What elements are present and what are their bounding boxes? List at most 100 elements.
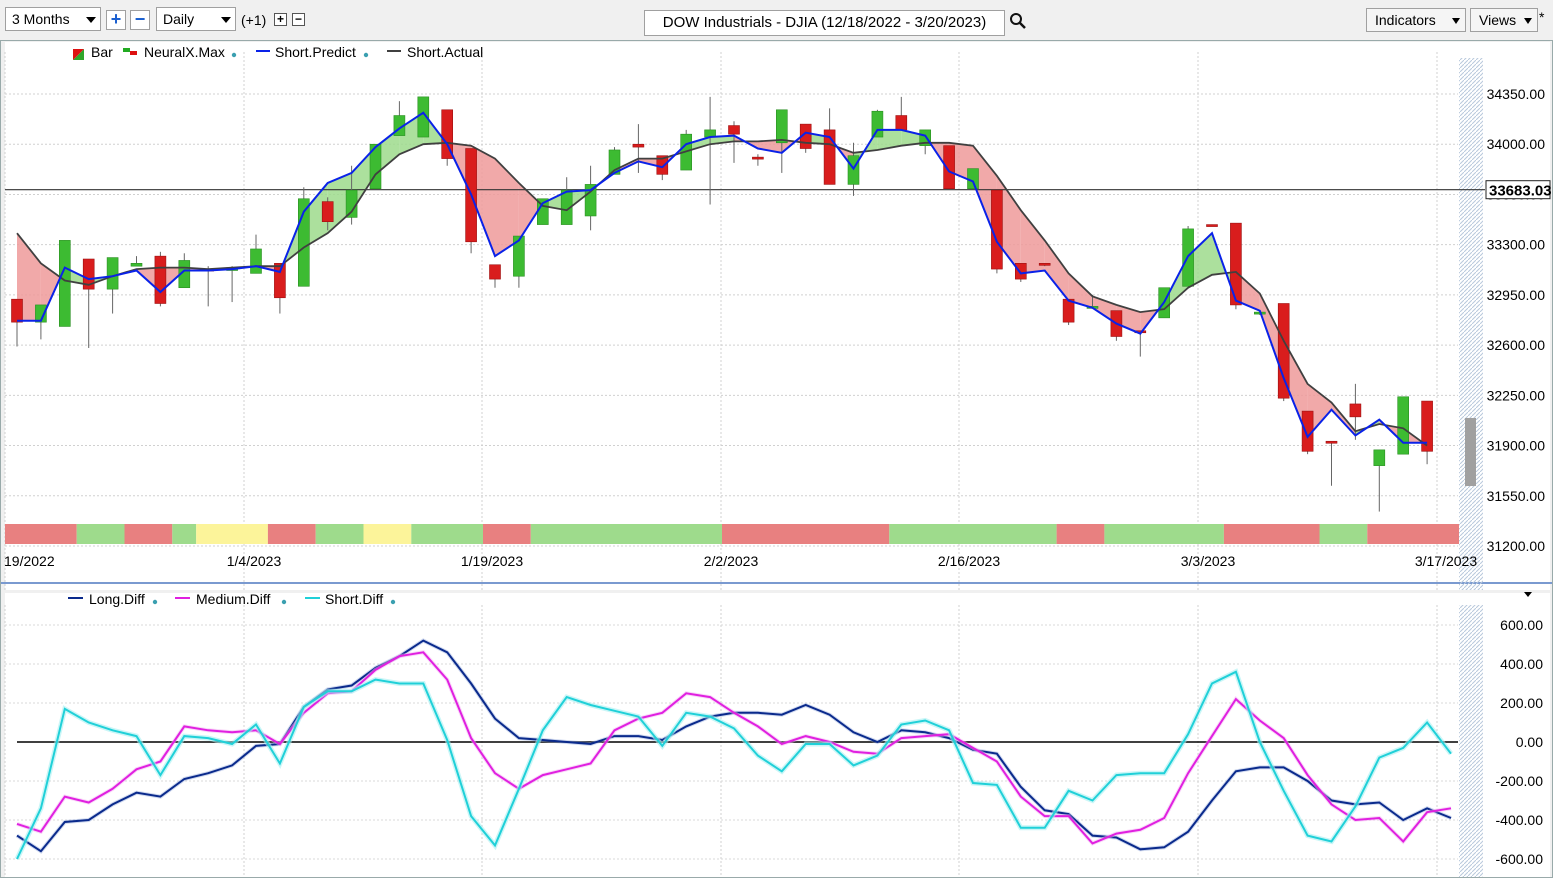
neuralx-segment — [722, 524, 890, 544]
neuralx-segment — [5, 524, 77, 544]
symbol-title-box[interactable]: DOW Industrials - DJIA (12/18/2022 - 3/2… — [644, 10, 1005, 36]
oscillator-legend: Long.Diff Medium.Diff Short.Diff — [68, 591, 396, 607]
neuralx-segment — [315, 524, 364, 544]
interval-dropdown-label: Daily — [163, 11, 195, 27]
candle — [1206, 224, 1218, 227]
y-tick-label: 31900.00 — [1487, 438, 1546, 454]
y-tick-label: -400.00 — [1496, 812, 1544, 828]
candle-body — [489, 264, 501, 280]
x-tick-label: 3/17/2023 — [1415, 553, 1477, 569]
period-dropdown-label: 3 Months — [12, 11, 70, 27]
neuralx-segment — [483, 524, 531, 544]
candle-body — [1038, 263, 1051, 266]
y-tick-label: 34350.00 — [1487, 86, 1546, 102]
neuralx-segment — [267, 524, 316, 544]
legend-short-predict: Short.Predict — [275, 44, 356, 60]
y-tick-label: 400.00 — [1500, 656, 1543, 672]
candle-body — [752, 156, 764, 160]
legend-long-diff: Long.Diff — [89, 591, 145, 607]
y-tick-label: 33300.00 — [1487, 237, 1546, 253]
candle — [871, 109, 884, 138]
candle-body — [130, 263, 143, 267]
chart-canvas[interactable]: 19/2022 1/4/2023 1/19/2023 2/2/2023 2/16/202… — [0, 40, 1553, 878]
candle — [1397, 396, 1409, 455]
y-tick-label: -600.00 — [1496, 851, 1544, 867]
pin-star[interactable]: * — [1539, 9, 1544, 25]
candle-body — [1325, 440, 1338, 444]
candle-body — [345, 189, 358, 218]
indicators-button[interactable]: Indicators — [1366, 8, 1466, 32]
zoom-out-button[interactable]: − — [130, 10, 150, 30]
y-tick-label: 32950.00 — [1487, 287, 1546, 303]
candle-body — [871, 110, 884, 138]
neuralx-segment — [530, 524, 722, 544]
zoom-in-button[interactable]: + — [106, 10, 126, 30]
period-dropdown[interactable]: 3 Months — [5, 7, 101, 31]
y-tick-label: 32250.00 — [1487, 387, 1546, 403]
toolbar: 3 Months + − Daily (+1) + − DOW Industri… — [0, 0, 1553, 40]
candle-body — [1014, 263, 1027, 280]
legend-dot — [363, 52, 369, 58]
indicators-button-label: Indicators — [1375, 12, 1436, 28]
neuralx-segment — [1104, 524, 1224, 544]
neuralx-segment — [411, 524, 483, 544]
y-tick-label: 600.00 — [1500, 617, 1543, 633]
candle — [297, 187, 310, 287]
neuralx-segment — [172, 524, 197, 544]
legend-medium-diff: Medium.Diff — [196, 591, 271, 607]
chevron-down-icon — [1452, 18, 1460, 24]
candle-body — [775, 109, 788, 144]
y-tick-label: -200.00 — [1496, 773, 1544, 789]
oscillator-panel — [5, 593, 1550, 878]
candle — [58, 240, 71, 327]
x-tick-label: 3/3/2023 — [1181, 553, 1236, 569]
x-tick-label: 2/16/2023 — [938, 553, 1000, 569]
candle-body — [632, 143, 645, 148]
neuralx-segment — [196, 524, 268, 544]
candle-body — [58, 240, 71, 327]
neuralx-segment — [1367, 524, 1459, 544]
chevron-down-icon — [221, 17, 231, 23]
x-tick-label: 1/4/2023 — [227, 553, 282, 569]
candle — [154, 251, 167, 307]
candle-body — [154, 255, 167, 304]
y-tick-label: 31200.00 — [1487, 538, 1546, 554]
neuralx-segment — [1056, 524, 1105, 544]
y-tick-label: 0.00 — [1516, 734, 1543, 750]
candle-body — [1349, 403, 1362, 418]
interval-dropdown[interactable]: Daily — [156, 7, 236, 31]
legend-short-actual: Short.Actual — [407, 44, 483, 60]
candle — [465, 148, 477, 254]
x-tick-label: 1/19/2023 — [461, 553, 523, 569]
views-button[interactable]: Views — [1470, 8, 1538, 32]
current-value-label: 33683.03 — [1489, 183, 1552, 200]
legend-dot — [390, 599, 396, 605]
scroll-thumb — [1465, 418, 1476, 486]
candle — [1062, 298, 1075, 326]
views-button-label: Views — [1479, 12, 1517, 28]
neuralx-segment — [76, 524, 125, 544]
offset-increase-button[interactable]: + — [274, 13, 287, 26]
chevron-down-icon — [1524, 18, 1532, 24]
x-tick-label: 19/2022 — [4, 553, 55, 569]
candle — [967, 168, 979, 190]
legend-neuralx: NeuralX.Max — [144, 44, 225, 60]
y-tick-label: 31550.00 — [1487, 488, 1546, 504]
search-icon[interactable] — [1009, 12, 1027, 30]
neuralx-segment — [124, 524, 173, 544]
legend-bar: Bar — [91, 44, 113, 60]
candle-body — [274, 263, 286, 299]
candle — [1230, 222, 1242, 310]
legend-short-diff: Short.Diff — [325, 591, 383, 607]
candle — [799, 123, 812, 153]
candle-body — [1277, 303, 1290, 399]
neuralx-segment — [363, 524, 412, 544]
offset-decrease-button[interactable]: − — [292, 13, 305, 26]
future-zone-price — [1459, 58, 1483, 590]
candle-body — [1206, 224, 1218, 227]
candle-body — [728, 125, 740, 135]
y-tick-label: 200.00 — [1500, 695, 1543, 711]
candle-body — [895, 115, 908, 131]
neuralx-legend-icon — [130, 51, 137, 55]
candle-body — [967, 168, 979, 190]
